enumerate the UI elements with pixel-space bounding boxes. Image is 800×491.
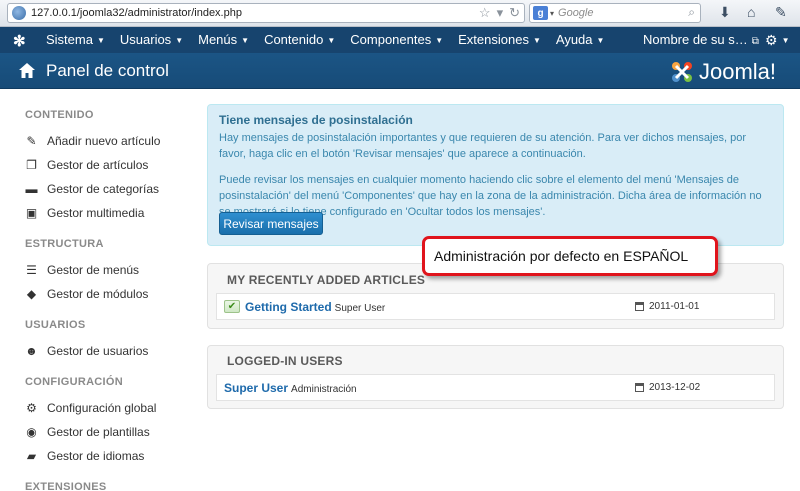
review-messages-button[interactable]: Revisar mensajes bbox=[219, 212, 323, 235]
table-row: Super User Administración 2013-12-02 bbox=[216, 374, 775, 401]
alert-title: Tiene mensajes de posinstalación bbox=[219, 113, 413, 127]
joomla-logo-icon bbox=[672, 62, 692, 82]
calendar-icon bbox=[635, 383, 644, 392]
bookmark-star-icon[interactable]: ☆ bbox=[479, 5, 491, 21]
panel-title: MY RECENTLY ADDED ARTICLES bbox=[227, 273, 426, 287]
list-icon: ☰ bbox=[26, 262, 37, 277]
menu-ayuda[interactable]: Ayuda ▼ bbox=[556, 27, 613, 53]
sidebar-heading-configuracion: CONFIGURACIÓN bbox=[25, 376, 124, 388]
joomla-logo-icon[interactable]: ✻ bbox=[13, 32, 26, 50]
sidebar-item-media[interactable]: ▣ Gestor multimedia bbox=[25, 205, 145, 220]
joomla-brand: Joomla! bbox=[669, 59, 776, 85]
article-title-link[interactable]: Getting Started bbox=[245, 300, 332, 314]
sidebar-item-global-config[interactable]: ⚙ Configuración global bbox=[25, 401, 156, 415]
menu-sistema[interactable]: Sistema ▼ bbox=[46, 27, 113, 53]
user-name-link[interactable]: Super User bbox=[224, 381, 288, 395]
published-check-icon[interactable]: ✔ bbox=[224, 300, 240, 313]
postinstall-alert: Tiene mensajes de posinstalación Hay men… bbox=[207, 104, 784, 246]
sidebar-heading-contenido: CONTENIDO bbox=[25, 109, 94, 121]
table-row: ✔ Getting Started Super User 2011-01-01 bbox=[216, 293, 775, 320]
external-link-icon: ⧉ bbox=[751, 36, 759, 47]
site-favicon-icon bbox=[12, 6, 26, 20]
image-icon: ▣ bbox=[25, 205, 38, 220]
page-title: Panel de control bbox=[46, 61, 169, 80]
page-header: Panel de control Joomla! bbox=[0, 53, 800, 89]
user-settings-gear-icon[interactable]: ⚙ ▼ bbox=[765, 27, 789, 54]
menu-contenido[interactable]: Contenido ▼ bbox=[264, 27, 343, 53]
sidebar-item-modules[interactable]: ◆ Gestor de módulos bbox=[25, 286, 149, 301]
search-placeholder: Google bbox=[558, 7, 594, 19]
chevron-down-icon: ▼ bbox=[596, 35, 605, 45]
calendar-icon bbox=[635, 302, 644, 311]
chevron-down-icon: ▼ bbox=[175, 35, 184, 45]
pencil-icon: ✎ bbox=[26, 133, 37, 148]
address-bar[interactable]: 127.0.0.1/joomla32/administrator/index.p… bbox=[7, 3, 525, 23]
logged-users-panel: LOGGED-IN USERS Super User Administración… bbox=[207, 345, 784, 409]
download-icon[interactable]: ⬇ bbox=[719, 4, 731, 21]
article-author: Super User bbox=[334, 303, 386, 314]
browser-toolbar: 127.0.0.1/joomla32/administrator/index.p… bbox=[0, 0, 800, 27]
chevron-down-icon: ▼ bbox=[96, 35, 105, 45]
sidebar-item-categories[interactable]: ▬ Gestor de categorías bbox=[25, 181, 160, 196]
article-date: 2011-01-01 bbox=[649, 301, 700, 312]
sidebar-heading-extensiones: EXTENSIONES bbox=[25, 481, 107, 491]
gear-icon: ⚙ bbox=[26, 400, 37, 415]
sidebar-item-articles[interactable]: ❐ Gestor de artículos bbox=[25, 158, 148, 172]
cube-icon: ◆ bbox=[26, 286, 37, 301]
sidebar-item-menus[interactable]: ☰ Gestor de menús bbox=[25, 263, 139, 277]
chevron-down-icon: ▼ bbox=[532, 35, 541, 45]
address-bar-url: 127.0.0.1/joomla32/administrator/index.p… bbox=[31, 7, 242, 19]
brand-text: Joomla! bbox=[699, 59, 777, 84]
addon-icon[interactable]: ✎ bbox=[775, 4, 787, 21]
reload-icon[interactable]: ↻ bbox=[509, 5, 520, 21]
annotation-callout: Administración por defecto en ESPAÑOL bbox=[422, 236, 718, 276]
sidebar-heading-estructura: ESTRUCTURA bbox=[25, 238, 104, 250]
site-name-link[interactable]: Nombre de su s… ⧉ bbox=[643, 27, 759, 55]
folder-icon: ▬ bbox=[25, 181, 38, 196]
stack-icon: ❐ bbox=[26, 157, 37, 172]
eye-icon: ◉ bbox=[26, 424, 37, 439]
chevron-down-icon: ▼ bbox=[241, 35, 250, 45]
home-browser-icon[interactable]: ⌂ bbox=[747, 4, 755, 20]
search-icon[interactable]: ⌕ bbox=[688, 5, 695, 20]
browser-search-field[interactable]: g ▾ Google ⌕ bbox=[529, 3, 701, 23]
sidebar-item-templates[interactable]: ◉ Gestor de plantillas bbox=[25, 424, 149, 439]
chevron-down-icon[interactable]: ▾ bbox=[550, 9, 554, 18]
chevron-down-icon: ▼ bbox=[435, 35, 444, 45]
alert-paragraph: Hay mensajes de posinstalación important… bbox=[219, 132, 747, 160]
user-area: Administración bbox=[291, 384, 357, 395]
menu-extensiones[interactable]: Extensiones ▼ bbox=[458, 27, 549, 53]
login-date: 2013-12-02 bbox=[649, 382, 701, 393]
dropdown-arrow-icon[interactable]: ▾ bbox=[497, 5, 504, 21]
sidebar-item-users[interactable]: ☻ Gestor de usuarios bbox=[25, 344, 148, 358]
sidebar-item-add-article[interactable]: ✎ Añadir nuevo artículo bbox=[25, 134, 160, 148]
sidebar-heading-usuarios: USUARIOS bbox=[25, 319, 86, 331]
menu-componentes[interactable]: Componentes ▼ bbox=[350, 27, 451, 53]
home-icon bbox=[19, 63, 35, 78]
chevron-down-icon: ▼ bbox=[327, 35, 336, 45]
admin-top-menu: ✻ Sistema ▼ Usuarios ▼ Menús ▼ Contenido ▼ C… bbox=[0, 27, 800, 53]
users-icon: ☻ bbox=[25, 343, 38, 358]
menu-usuarios[interactable]: Usuarios ▼ bbox=[120, 27, 191, 53]
sidebar-item-languages[interactable]: ▰ Gestor de idiomas bbox=[25, 448, 145, 463]
comments-icon: ▰ bbox=[26, 448, 37, 463]
sidebar: CONTENIDO ✎ Añadir nuevo artículo ❐ Gest… bbox=[0, 89, 200, 491]
google-icon[interactable]: g bbox=[533, 6, 548, 20]
menu-menus[interactable]: Menús ▼ bbox=[198, 27, 257, 53]
panel-title: LOGGED-IN USERS bbox=[227, 354, 343, 368]
